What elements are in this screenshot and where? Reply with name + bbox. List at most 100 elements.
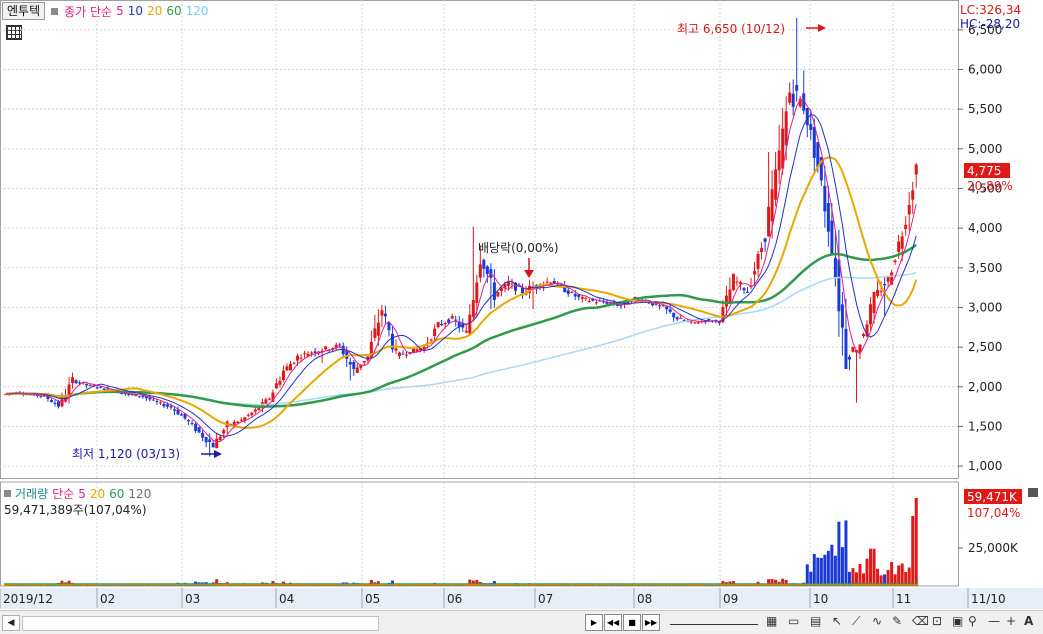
candle-body: [155, 401, 159, 403]
candle-body: [232, 421, 236, 425]
volume-ma-60[interactable]: 60: [109, 487, 124, 501]
play-icon[interactable]: ▶: [585, 614, 603, 631]
candle-body: [760, 248, 764, 253]
volume-close-icon[interactable]: [1028, 488, 1038, 497]
candle-body: [440, 324, 444, 326]
plus-icon[interactable]: +: [1006, 614, 1016, 628]
candle-body: [770, 189, 774, 222]
candle-body: [774, 169, 778, 200]
candle-body: [823, 185, 827, 212]
candle-body: [222, 430, 226, 434]
candle-body: [267, 398, 271, 400]
save-icon[interactable]: ▣: [952, 614, 963, 628]
font-size-icon[interactable]: A: [1024, 614, 1033, 628]
volume-ma-120[interactable]: 120: [128, 487, 151, 501]
candle-body: [665, 306, 669, 310]
candle-body: [594, 302, 598, 304]
scroll-left-icon[interactable]: ◀: [2, 615, 20, 631]
candle-body: [246, 414, 250, 416]
window-icon[interactable]: ▭: [788, 614, 799, 628]
candle-body: [914, 164, 918, 175]
candle-body: [405, 354, 409, 356]
cursor-tool-icon[interactable]: ↖: [832, 614, 842, 628]
layout-icon[interactable]: ▤: [810, 614, 821, 628]
candle-body: [352, 361, 356, 370]
volume-bar: [869, 548, 873, 586]
candle-body: [731, 273, 735, 291]
candle-body: [464, 330, 468, 333]
candle-body: [257, 407, 261, 411]
candle-body: [724, 295, 728, 307]
volume-bar: [837, 521, 841, 586]
x-tick-label: 2019/12: [3, 592, 53, 606]
hc-label: HC:-28,20: [960, 17, 1020, 31]
candle-body: [296, 355, 300, 361]
zoom-slider[interactable]: [670, 614, 758, 625]
price-tag-value: 4,775: [967, 164, 1001, 178]
volume-bar: [858, 563, 862, 586]
candle-body: [394, 348, 398, 351]
volume-ma-5[interactable]: 5: [78, 487, 86, 501]
candle-body: [816, 142, 820, 167]
candle-body: [689, 321, 693, 323]
stock-chart-window: 엔투텍 종가 단순 5 10 20 60 120 1,000 1,500 2,000…: [0, 0, 1043, 634]
candle-body: [830, 220, 834, 255]
wave-tool-icon[interactable]: ∿: [872, 614, 882, 628]
minus-icon[interactable]: —: [988, 614, 1000, 628]
chart-canvas[interactable]: 1,0001,5002,0002,5003,0003,5004,0004,500…: [0, 0, 1043, 610]
y-tick-label: 2,500: [968, 340, 1002, 354]
candle-body: [348, 361, 352, 365]
candle-body: [753, 271, 757, 275]
lock-icon[interactable]: ⊡: [932, 614, 942, 628]
volume-bar: [890, 562, 894, 586]
candle-body: [911, 190, 915, 200]
candle-body: [545, 281, 549, 283]
candle-body: [784, 111, 788, 146]
candle-body: [218, 436, 222, 441]
candle-body: [907, 205, 911, 215]
candle-body: [285, 366, 289, 371]
eraser-icon[interactable]: ⌫: [912, 614, 929, 628]
candle-body: [292, 362, 296, 364]
candle-body: [338, 344, 342, 346]
candle-body: [693, 322, 697, 324]
candle-body: [833, 257, 837, 278]
candle-body: [844, 328, 848, 369]
dividend-annotation: 배당락(0,00%): [478, 241, 559, 255]
volume-bar: [872, 548, 876, 586]
horizontal-scrollbar[interactable]: [22, 616, 379, 631]
search-icon[interactable]: ⚲: [968, 614, 977, 628]
candle-body: [454, 319, 458, 321]
fast-forward-icon[interactable]: ▶▶: [642, 614, 660, 631]
x-tick-label: 08: [637, 592, 652, 606]
volume-tag-pct: 107,04%: [967, 506, 1020, 520]
rewind-icon[interactable]: ◀◀: [604, 614, 622, 631]
volume-ma-type[interactable]: 단순: [52, 485, 74, 502]
candle-body: [204, 437, 208, 443]
pen-icon[interactable]: ✎: [892, 614, 902, 628]
y-tick-label: 5,000: [968, 142, 1002, 156]
bottom-toolbar: ◀ ▶ ◀◀ ■ ▶▶ ▦ ▭ ▤ ↖ ⟋ ∿ ✎ ⌫ ⊡ ▣ ⚲ — + A: [0, 610, 1043, 634]
candle-body: [53, 402, 57, 404]
candle-body: [310, 352, 314, 354]
high-annotation: 최고 6,650 (10/12): [677, 22, 785, 36]
x-tick-label: 04: [279, 592, 294, 606]
chart-type-icon[interactable]: ▦: [766, 614, 777, 628]
stop-icon[interactable]: ■: [623, 614, 641, 631]
trendline-icon[interactable]: ⟋: [852, 614, 860, 629]
candle-body: [289, 363, 293, 371]
candle-body: [447, 319, 451, 323]
candle-body: [485, 266, 489, 274]
y-tick-label: 6,000: [968, 62, 1002, 76]
candle-body: [746, 291, 750, 293]
candle-body: [201, 432, 205, 438]
volume-title[interactable]: 거래량: [15, 485, 48, 502]
volume-axis-label: 25,000K: [968, 541, 1019, 555]
low-annotation: 최저 1,120 (03/13): [72, 447, 180, 461]
volume-ma-20[interactable]: 20: [90, 487, 105, 501]
x-tick-label: 11/10: [971, 592, 1006, 606]
y-tick-label: 5,500: [968, 102, 1002, 116]
candle-body: [675, 317, 679, 320]
candle-body: [373, 328, 377, 338]
candle-body: [387, 322, 391, 331]
